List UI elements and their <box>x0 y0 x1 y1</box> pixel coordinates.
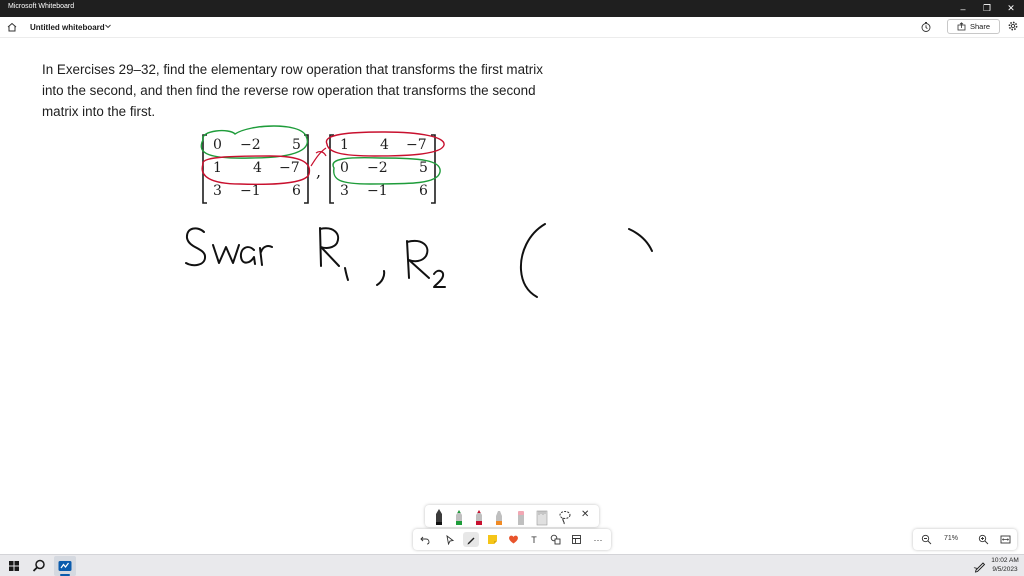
matrix-cell: 0 <box>340 160 349 176</box>
ink-handwriting <box>376 270 386 286</box>
restore-button[interactable]: ❐ <box>974 0 1000 17</box>
share-button[interactable]: Share <box>947 19 1000 34</box>
shapes-icon <box>550 534 560 545</box>
problem-line: In Exercises 29–32, find the elementary … <box>42 62 543 77</box>
zoom-in-icon[interactable] <box>978 534 989 545</box>
ink-handwriting <box>628 228 653 252</box>
undo-button[interactable] <box>417 532 433 547</box>
clock-time: 10:02 AM <box>991 557 1019 564</box>
black-pen-icon[interactable] <box>431 507 447 526</box>
matrix-cell: 3 <box>340 183 349 199</box>
ink-handwriting <box>433 269 446 288</box>
red-pen-icon[interactable] <box>471 507 487 526</box>
matrix-cell: 4 <box>380 137 389 153</box>
title-bar: Microsoft Whiteboard – ❐ ✕ <box>0 0 1024 17</box>
templates-button[interactable] <box>568 532 584 547</box>
restore-icon: ❐ <box>982 3 992 13</box>
close-icon: ✕ <box>1007 3 1015 13</box>
ink-handwriting <box>319 227 340 267</box>
zoom-out-icon[interactable] <box>921 534 932 545</box>
taskbar-whiteboard-app[interactable] <box>54 556 76 576</box>
ink-handwriting <box>344 267 349 281</box>
taskbar: 10:02 AM 9/5/2023 <box>0 554 1024 576</box>
bottom-toolbar: T ··· <box>413 529 611 550</box>
green-pen-icon[interactable] <box>451 507 467 526</box>
timer-icon[interactable] <box>920 21 932 33</box>
reactions-button[interactable] <box>505 532 521 547</box>
search-icon[interactable] <box>31 558 47 574</box>
ruler-icon[interactable] <box>534 507 550 526</box>
more-icon: ··· <box>593 534 603 545</box>
app-header: Untitled whiteboard Share <box>0 17 1024 38</box>
text-icon: T <box>531 534 537 545</box>
pen-tray: ✕ <box>425 505 599 527</box>
system-clock[interactable]: 10:02 AM 9/5/2023 <box>988 557 1022 574</box>
matrix-cell: 6 <box>419 183 428 199</box>
chevron-down-icon[interactable] <box>104 22 112 30</box>
app-title: Microsoft Whiteboard <box>8 3 75 10</box>
matrix-cell: −1 <box>240 183 261 199</box>
ink-handwriting <box>212 244 240 264</box>
matrix-cell: 1 <box>213 160 222 176</box>
share-icon <box>957 22 966 31</box>
home-icon[interactable] <box>6 21 18 33</box>
problem-statement: In Exercises 29–32, find the elementary … <box>42 59 602 122</box>
undo-icon <box>420 536 430 544</box>
matrix-cell: −1 <box>367 183 388 199</box>
matrix-cell: −2 <box>240 137 261 153</box>
heart-icon <box>508 535 518 544</box>
text-tool-button[interactable]: T <box>526 532 542 547</box>
zoom-controls: 71% <box>913 529 1017 550</box>
sticky-note-button[interactable] <box>484 532 500 547</box>
zoom-level[interactable]: 71% <box>944 535 958 542</box>
whiteboard-app-icon <box>58 561 72 571</box>
gear-icon[interactable] <box>1007 20 1019 32</box>
matrix-cell: 3 <box>213 183 222 199</box>
matrix-cell: 0 <box>213 137 222 153</box>
matrix-cell: −7 <box>406 137 427 153</box>
windows-start-icon[interactable] <box>6 558 22 574</box>
sticky-note-icon <box>487 535 497 544</box>
close-pen-tray-button[interactable]: ✕ <box>581 509 589 520</box>
pen-icon <box>467 537 475 544</box>
board-title[interactable]: Untitled whiteboard <box>30 23 105 32</box>
close-window-button[interactable]: ✕ <box>998 0 1024 17</box>
matrix-separator: , <box>316 162 322 181</box>
minimize-button[interactable]: – <box>950 0 976 17</box>
matrix-cell: −7 <box>279 160 300 176</box>
minimize-icon: – <box>960 3 966 14</box>
ink-handwriting <box>519 223 546 298</box>
ink-handwriting <box>259 245 273 266</box>
more-options-button[interactable]: ··· <box>590 532 606 547</box>
matrix-cell: 4 <box>253 160 262 176</box>
matrix-cell: 1 <box>340 137 349 153</box>
whiteboard-canvas[interactable]: In Exercises 29–32, find the elementary … <box>0 38 1024 554</box>
matrix-first: 0 −2 5 1 4 −7 3 −1 6 <box>200 133 312 205</box>
eraser-icon[interactable] <box>513 507 529 526</box>
ink-handwriting <box>239 246 256 265</box>
pen-menu-icon[interactable] <box>972 558 988 574</box>
cursor-icon <box>446 534 455 545</box>
ink-handwriting <box>185 227 206 267</box>
share-label: Share <box>969 22 990 31</box>
ink-handwriting <box>406 240 430 279</box>
problem-line: matrix into the first. <box>42 104 156 119</box>
highlighter-icon[interactable] <box>491 507 507 526</box>
matrix-cell: 6 <box>292 183 301 199</box>
template-icon <box>571 535 581 544</box>
inking-tool-button[interactable] <box>463 532 479 547</box>
matrix-second: 1 4 −7 0 −2 5 3 −1 6 <box>327 133 439 205</box>
matrix-cell: 5 <box>419 160 428 176</box>
select-tool-button[interactable] <box>442 532 458 547</box>
clock-date: 9/5/2023 <box>992 565 1018 573</box>
problem-line: into the second, and then find the rever… <box>42 83 536 98</box>
matrix-cell: 5 <box>292 137 301 153</box>
shapes-button[interactable] <box>547 532 563 547</box>
fit-to-screen-icon[interactable] <box>1000 534 1011 545</box>
lasso-icon[interactable] <box>557 507 573 526</box>
matrix-cell: −2 <box>367 160 388 176</box>
